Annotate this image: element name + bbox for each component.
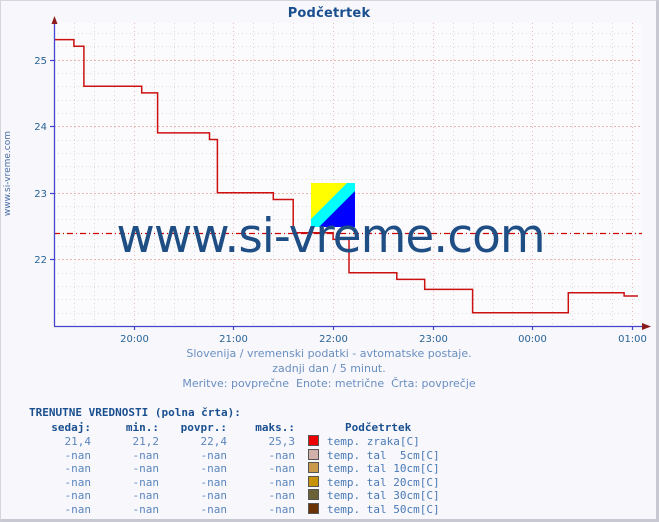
plot-background [54,23,642,326]
legend-swatch [295,502,323,517]
caption-line-2: zadnji dan / 5 minut. [272,362,386,375]
col-header-min: min.: [125,420,159,434]
svg-text:00:00: 00:00 [518,334,547,345]
table-row: -nan -nan -nan -nan temp. tal 10cm[C] [29,462,440,476]
svg-text:20:00: 20:00 [120,334,149,345]
cell-maks: -nan [268,475,296,489]
series-label: temp. tal 50cm[C] [327,502,440,516]
col-header-povpr: povpr.: [180,420,227,434]
svg-text:23:00: 23:00 [419,334,448,345]
legend-swatch [295,489,323,503]
caption-line-3: Meritve: povprečne Enote: metrične Črta:… [182,377,476,390]
color-swatch-icon [307,489,319,500]
si-vreme-logo-icon [311,183,355,227]
cell-min: -nan [132,448,160,462]
cell-min: 21,2 [132,435,160,448]
col-header-station: Podčetrtek [345,420,412,434]
table-header-row: sedaj: min.: povpr.: maks.: Podčetrtek [29,421,440,436]
y-axis-ticks: 22 23 24 25 [34,56,54,266]
cell-povpr: -nan [200,448,228,462]
cell-povpr: 22,4 [200,435,228,448]
cell-sedaj: -nan [64,462,92,475]
cell-maks: 25,3 [268,435,296,448]
chart-container: Podčetrtek www.si-vreme.com 22 23 24 25 … [1,1,657,401]
series-label: temp. tal 20cm[C] [327,475,440,489]
svg-text:01:00: 01:00 [618,334,647,345]
cell-sedaj: -nan [64,475,92,489]
cell-maks: -nan [268,502,296,516]
series-label: temp. zraka[C] [327,435,420,448]
legend-swatch [295,475,323,490]
table-row: -nan -nan -nan -nan temp. tal 5cm[C] [29,448,440,463]
table-row: 21,4 21,2 22,4 25,3 temp. zraka[C] [29,435,440,449]
cell-min: -nan [132,489,160,502]
legend-swatch [295,448,323,463]
table-row: -nan -nan -nan -nan temp. tal 20cm[C] [29,475,440,490]
values-table: sedaj: min.: povpr.: maks.: Podčetrtek 2… [29,421,440,517]
chart-window: Podčetrtek www.si-vreme.com 22 23 24 25 … [0,0,659,522]
color-swatch-icon [307,475,319,487]
color-swatch-icon [307,502,319,514]
cell-sedaj: -nan [64,489,92,502]
cell-povpr: -nan [200,502,228,516]
svg-text:24: 24 [34,122,47,133]
col-header-sedaj: sedaj: [51,420,91,434]
table-row: -nan -nan -nan -nan temp. tal 30cm[C] [29,489,440,503]
svg-text:21:00: 21:00 [219,334,248,345]
chart-caption: Slovenija / vremenski podatki - avtomats… [1,346,657,391]
color-swatch-icon [307,448,319,460]
cell-min: -nan [132,462,160,475]
series-label: temp. tal 10cm[C] [327,462,440,475]
current-values-table: TRENUTNE VREDNOSTI (polna črta): sedaj: … [29,406,440,516]
series-label: temp. tal 30cm[C] [327,489,440,502]
legend-swatch [295,462,323,476]
cell-sedaj: -nan [64,502,92,516]
cell-povpr: -nan [200,475,228,489]
col-header-maks: maks.: [255,420,295,434]
table-body: 21,4 21,2 22,4 25,3 temp. zraka[C] -nan -nan -n… [29,435,440,516]
legend-swatch [295,435,323,449]
table-head: sedaj: min.: povpr.: maks.: Podčetrtek [29,421,440,436]
color-swatch-icon [307,462,319,473]
cell-maks: -nan [268,489,296,502]
svg-text:25: 25 [34,56,47,67]
logo-svg [311,183,355,227]
cell-povpr: -nan [200,489,228,502]
table-heading: TRENUTNE VREDNOSTI (polna črta): [29,406,241,419]
series-label: temp. tal 5cm[C] [327,448,440,462]
caption-line-1: Slovenija / vremenski podatki - avtomats… [186,347,472,360]
color-swatch-icon [307,435,319,446]
cell-maks: -nan [268,462,296,475]
cell-sedaj: -nan [64,448,92,462]
cell-maks: -nan [268,448,296,462]
x-axis-ticks: 20:00 21:00 22:00 23:00 00:00 01:00 [120,326,647,345]
cell-sedaj: 21,4 [64,435,92,448]
table-row: -nan -nan -nan -nan temp. tal 50cm[C] [29,502,440,517]
svg-text:22: 22 [34,255,47,266]
cell-povpr: -nan [200,462,228,475]
cell-min: -nan [132,475,160,489]
svg-text:23: 23 [34,189,47,200]
cell-min: -nan [132,502,160,516]
svg-text:22:00: 22:00 [319,334,348,345]
